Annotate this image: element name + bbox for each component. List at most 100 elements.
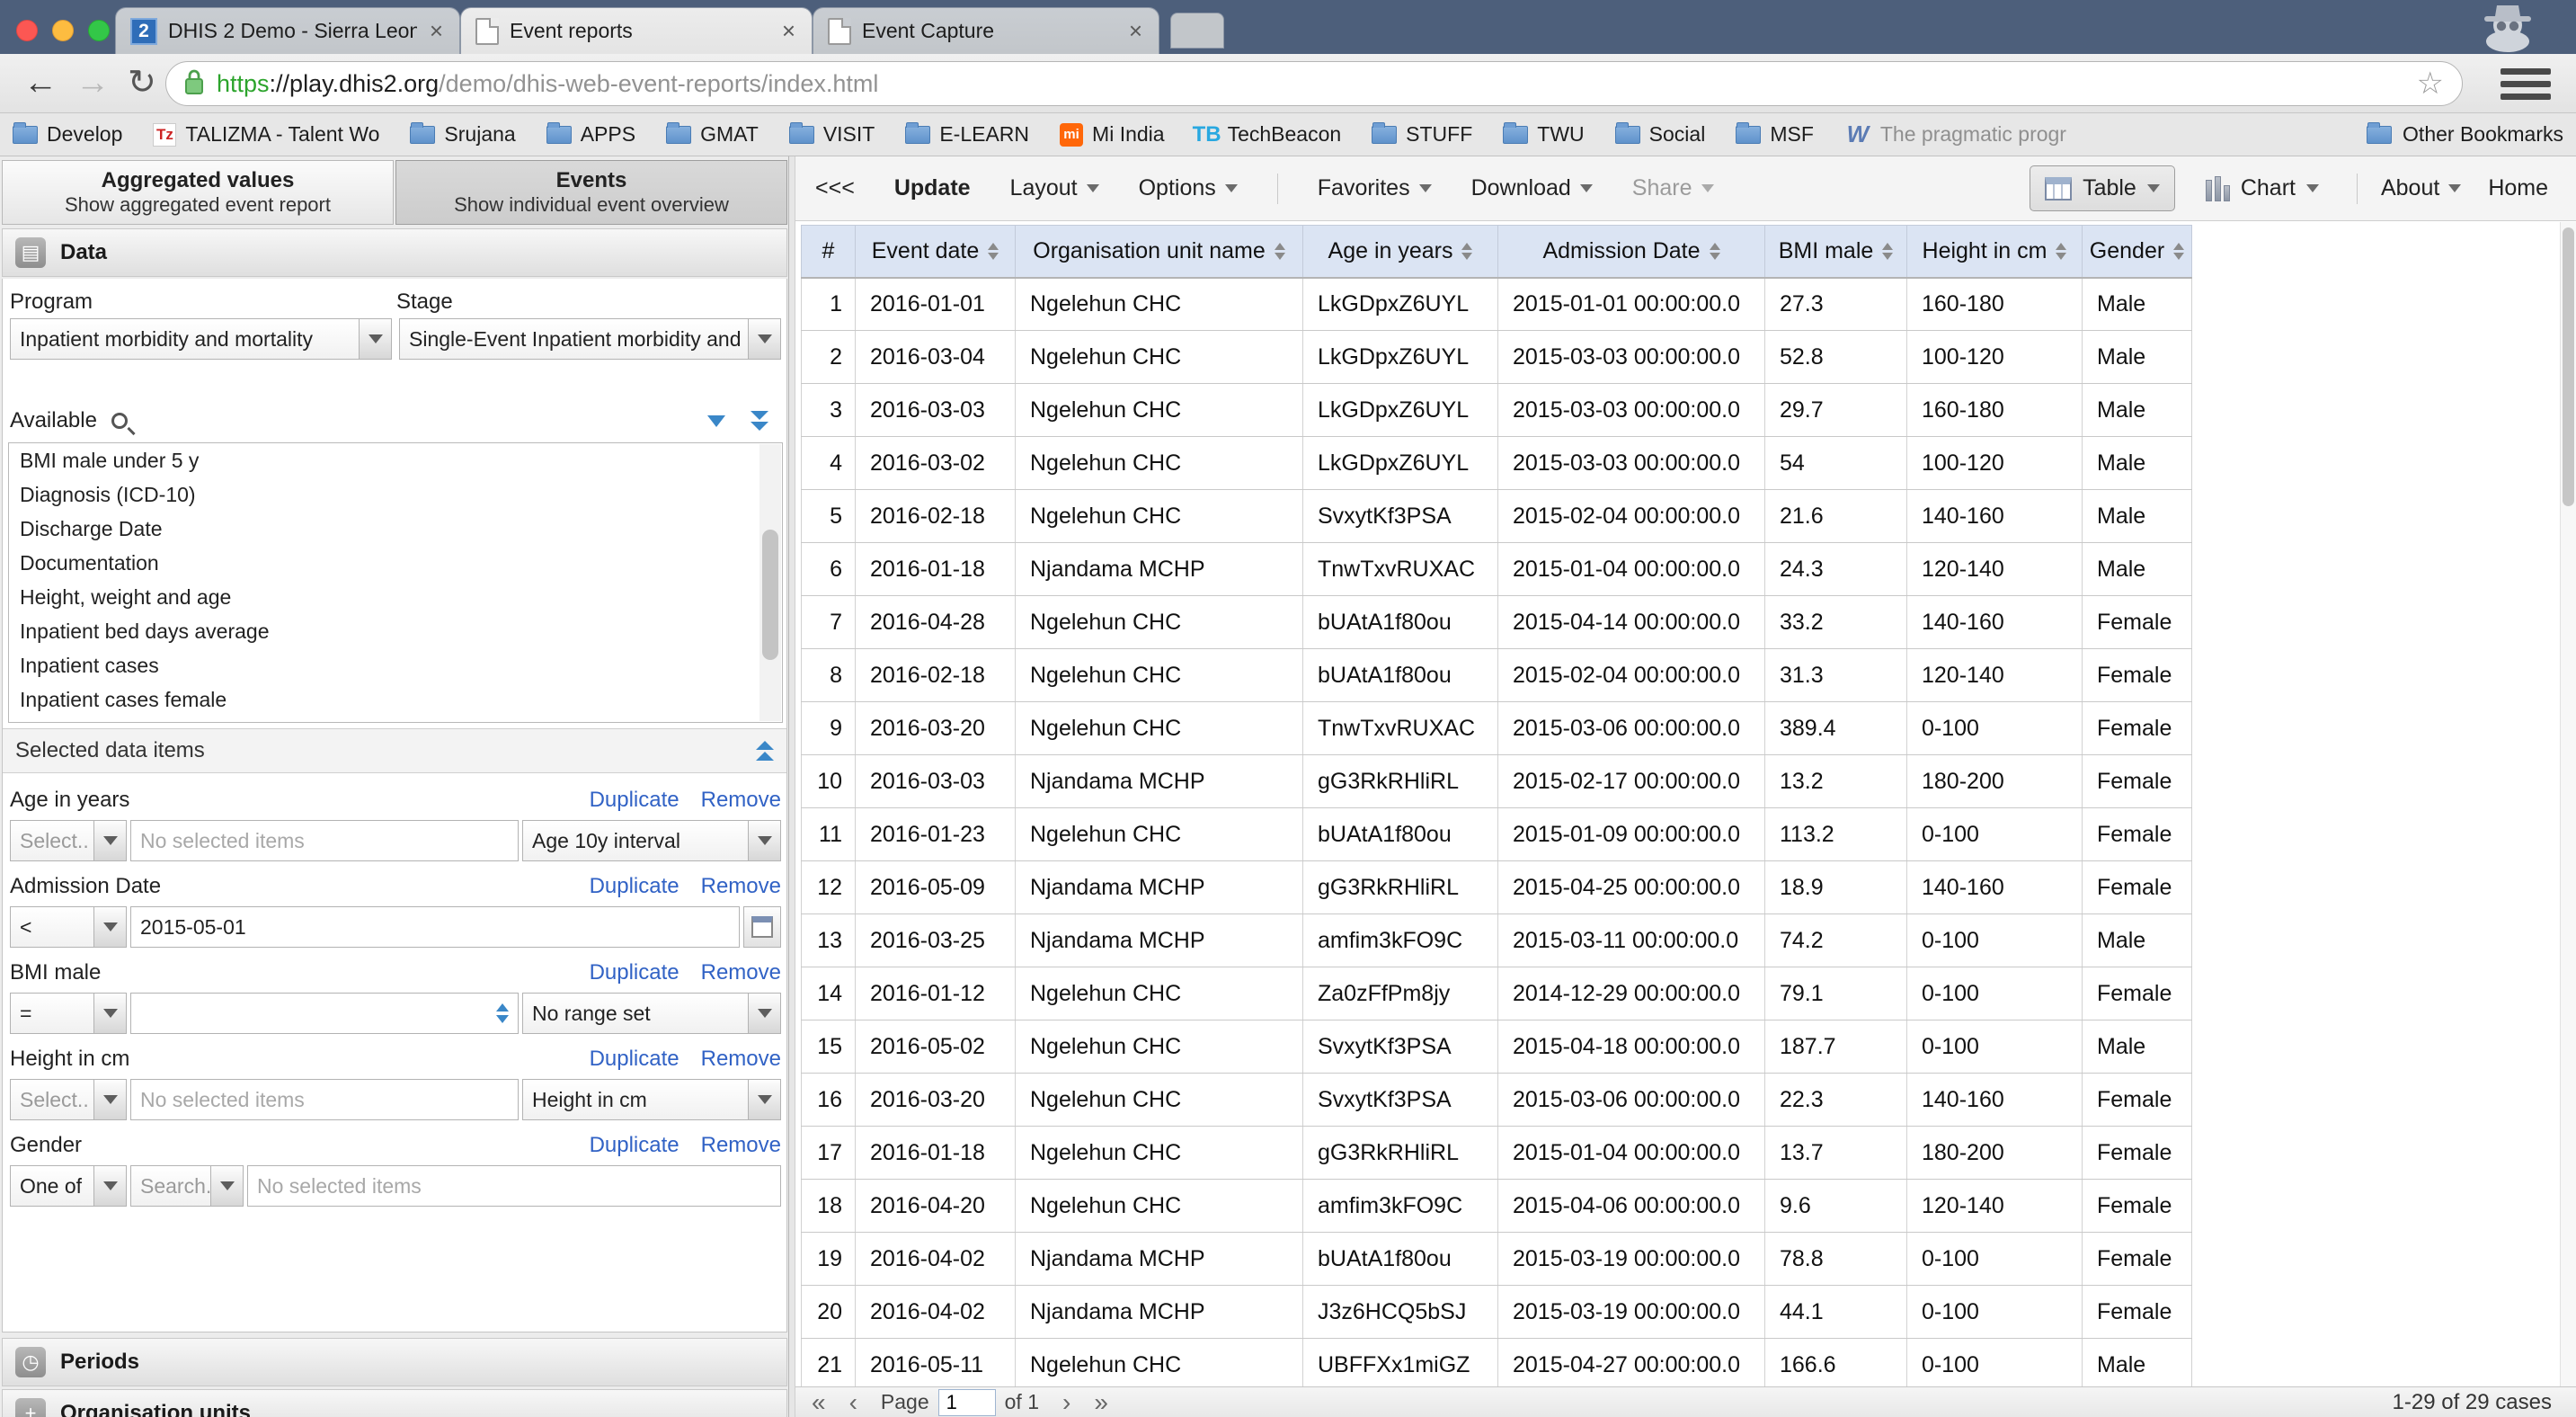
table-row[interactable]: 172016-01-18Ngelehun CHCgG3RkRHliRL2015-… <box>802 1127 2192 1180</box>
table-row[interactable]: 52016-02-18Ngelehun CHCSvxytKf3PSA2015-0… <box>802 490 2192 543</box>
available-item-height-weight-and-age[interactable]: Height, weight and age <box>9 580 782 614</box>
column-header-bmi[interactable]: BMI male <box>1765 226 1907 278</box>
height-items-input[interactable]: No selected items <box>130 1079 519 1120</box>
browser-menu-icon[interactable] <box>2500 65 2551 102</box>
favorites-menu-button[interactable]: Favorites <box>1318 175 1432 201</box>
age-items-input[interactable]: No selected items <box>130 820 519 861</box>
table-row[interactable]: 212016-05-11Ngelehun CHCUBFFXx1miGZ2015-… <box>802 1339 2192 1387</box>
bookmark-item-mi-india[interactable]: miMi India <box>1060 122 1165 147</box>
remove-link[interactable]: Remove <box>701 788 781 813</box>
bookmark-item-msf[interactable]: MSF <box>1736 122 1814 147</box>
table-row[interactable]: 12016-01-01Ngelehun CHCLkGDpxZ6UYL2015-0… <box>802 278 2192 331</box>
stage-select[interactable]: Single-Event Inpatient morbidity and mor… <box>399 318 781 360</box>
table-row[interactable]: 42016-03-02Ngelehun CHCLkGDpxZ6UYL2015-0… <box>802 437 2192 490</box>
duplicate-link[interactable]: Duplicate <box>590 788 680 813</box>
table-row[interactable]: 152016-05-02Ngelehun CHCSvxytKf3PSA2015-… <box>802 1020 2192 1074</box>
back-button[interactable]: ← <box>23 59 58 106</box>
table-row[interactable]: 182016-04-20Ngelehun CHCamfim3kFO9C2015-… <box>802 1180 2192 1233</box>
update-button[interactable]: Update <box>894 175 971 201</box>
scrollbar-thumb[interactable] <box>2563 227 2574 506</box>
browser-tab-event-capture[interactable]: Event Capture × <box>813 7 1159 54</box>
table-row[interactable]: 162016-03-20Ngelehun CHCSvxytKf3PSA2015-… <box>802 1074 2192 1127</box>
close-window-button[interactable] <box>16 20 38 41</box>
next-page-button[interactable]: › <box>1062 1388 1070 1417</box>
age-legend-select[interactable]: Age 10y interval <box>522 820 781 861</box>
aggregated-values-button[interactable]: Aggregated values Show aggregated event … <box>2 160 394 225</box>
available-item-inpatient-cases-female[interactable]: Inpatient cases female <box>9 682 782 717</box>
move-selected-down-icon[interactable] <box>707 415 725 427</box>
bookmark-item-visit[interactable]: VISIT <box>789 122 875 147</box>
last-page-button[interactable]: » <box>1094 1388 1108 1417</box>
available-item-diagnosis-icd-10[interactable]: Diagnosis (ICD-10) <box>9 477 782 512</box>
other-bookmarks-button[interactable]: Other Bookmarks <box>2367 122 2563 147</box>
bookmark-item-srujana[interactable]: Srujana <box>410 122 515 147</box>
forward-button[interactable]: → <box>76 59 110 106</box>
column-header-height[interactable]: Height in cm <box>1907 226 2083 278</box>
available-item-documentation[interactable]: Documentation <box>9 546 782 580</box>
bmi-range-select[interactable]: No range set <box>522 993 781 1034</box>
sort-icon[interactable] <box>2173 243 2184 260</box>
close-tab-icon[interactable]: × <box>780 17 797 45</box>
about-menu-button[interactable]: About <box>2381 175 2461 201</box>
download-menu-button[interactable]: Download <box>1471 175 1593 201</box>
duplicate-link[interactable]: Duplicate <box>590 960 680 985</box>
gender-search-select[interactable]: Search.. <box>130 1165 244 1207</box>
table-row[interactable]: 32016-03-03Ngelehun CHCLkGDpxZ6UYL2015-0… <box>802 384 2192 437</box>
remove-link[interactable]: Remove <box>701 874 781 899</box>
table-row[interactable]: 202016-04-02Njandama MCHPJ3z6HCQ5bSJ2015… <box>802 1286 2192 1339</box>
page-number-input[interactable] <box>938 1389 996 1416</box>
bmi-value-input[interactable] <box>130 993 519 1034</box>
search-icon[interactable] <box>111 413 128 429</box>
close-tab-icon[interactable]: × <box>428 17 445 45</box>
section-organisation-units[interactable]: +Organisation units <box>2 1389 787 1417</box>
bookmark-item-social[interactable]: Social <box>1615 122 1706 147</box>
table-row[interactable]: 122016-05-09Njandama MCHPgG3RkRHliRL2015… <box>802 861 2192 914</box>
events-button[interactable]: Events Show individual event overview <box>395 160 787 225</box>
address-bar[interactable]: https://play.dhis2.org/demo/dhis-web-eve… <box>165 61 2463 106</box>
move-all-down-icon[interactable] <box>751 411 768 431</box>
table-view-button[interactable]: Table <box>2030 165 2175 211</box>
admission-date-input[interactable]: 2015-05-01 <box>130 906 740 948</box>
main-scrollbar[interactable] <box>2560 222 2576 1386</box>
sort-icon[interactable] <box>1275 243 1285 260</box>
sort-icon[interactable] <box>1882 243 1893 260</box>
bmi-operator-select[interactable]: = <box>10 993 127 1034</box>
prev-page-button[interactable]: ‹ <box>849 1388 857 1417</box>
section-data[interactable]: ▤ Data <box>2 228 787 277</box>
table-row[interactable]: 102016-03-03Njandama MCHPgG3RkRHliRL2015… <box>802 755 2192 808</box>
browser-tab-dhis2-demo[interactable]: 2 DHIS 2 Demo - Sierra Leon × <box>115 7 460 54</box>
zoom-window-button[interactable] <box>88 20 110 41</box>
table-row[interactable]: 112016-01-23Ngelehun CHCbUAtA1f80ou2015-… <box>802 808 2192 861</box>
column-header-admission-date[interactable]: Admission Date <box>1498 226 1765 278</box>
table-row[interactable]: 62016-01-18Njandama MCHPTnwTxvRUXAC2015-… <box>802 543 2192 596</box>
table-row[interactable]: 92016-03-20Ngelehun CHCTnwTxvRUXAC2015-0… <box>802 702 2192 755</box>
remove-link[interactable]: Remove <box>701 1047 781 1072</box>
browser-tab-event-reports[interactable]: Event reports × <box>460 7 813 54</box>
move-all-up-icon[interactable] <box>756 741 774 761</box>
admission-operator-select[interactable]: < <box>10 906 127 948</box>
chart-view-button[interactable]: Chart <box>2191 166 2333 210</box>
sort-icon[interactable] <box>2056 243 2066 260</box>
new-tab-button[interactable] <box>1170 13 1224 49</box>
column-header-age[interactable]: Age in years <box>1303 226 1498 278</box>
calendar-button[interactable] <box>743 906 781 948</box>
bookmark-item-the-pragmatic-progr[interactable]: WThe pragmatic progr <box>1844 122 2066 147</box>
table-row[interactable]: 192016-04-02Njandama MCHPbUAtA1f80ou2015… <box>802 1233 2192 1286</box>
number-spinner-icon[interactable] <box>496 1003 509 1023</box>
home-button[interactable]: Home <box>2488 175 2548 201</box>
bookmark-item-stuff[interactable]: STUFF <box>1372 122 1472 147</box>
column-header-gender[interactable]: Gender <box>2083 226 2192 278</box>
section-periods[interactable]: ◷Periods <box>2 1338 787 1386</box>
minimize-window-button[interactable] <box>52 20 74 41</box>
close-tab-icon[interactable]: × <box>1127 17 1144 45</box>
available-scrollbar[interactable] <box>759 444 781 721</box>
share-menu-button[interactable]: Share <box>1632 175 1714 201</box>
gender-operator-select[interactable]: One of <box>10 1165 127 1207</box>
available-item-bmi-male-under-5-y[interactable]: BMI male under 5 y <box>9 443 782 477</box>
column-header-event-date[interactable]: Event date <box>856 226 1016 278</box>
duplicate-link[interactable]: Duplicate <box>590 1047 680 1072</box>
collapse-sidebar-button[interactable]: <<< <box>815 175 855 201</box>
available-item-inpatient-cases[interactable]: Inpatient cases <box>9 648 782 682</box>
duplicate-link[interactable]: Duplicate <box>590 874 680 899</box>
bookmark-star-icon[interactable]: ☆ <box>2417 66 2444 102</box>
